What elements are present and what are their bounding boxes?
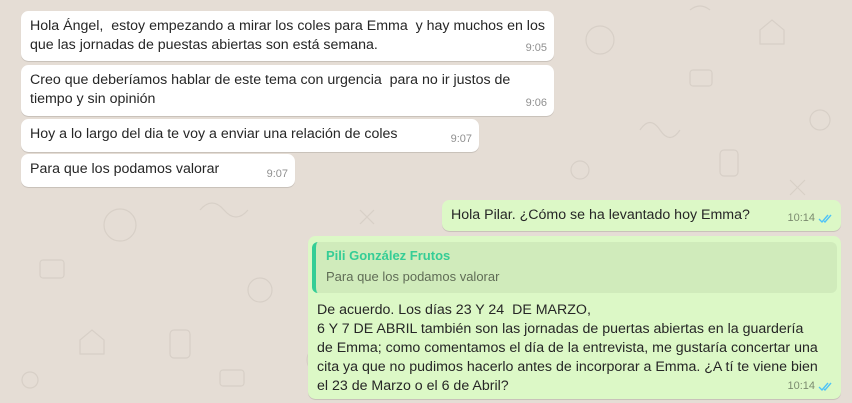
double-check-read-icon	[818, 382, 832, 392]
message-line: cita ya que no pudimos hacerlo antes de …	[317, 359, 818, 375]
message-text: Hola Pilar. ¿Cómo se ha levantado hoy Em…	[451, 207, 750, 223]
message-outgoing-reply[interactable]: Pili González Frutos Para que los podamo…	[308, 236, 841, 399]
message-time: 9:07	[450, 133, 472, 145]
message-outgoing[interactable]: Hola Pilar. ¿Cómo se ha levantado hoy Em…	[442, 200, 841, 231]
message-line: el 23 de Marzo o el 6 de Abril?	[317, 378, 509, 394]
message-time: 9:05	[525, 42, 547, 54]
quoted-text: Para que los podamos valorar	[326, 269, 500, 284]
message-text: Para que los podamos valorar	[30, 161, 220, 177]
message-incoming[interactable]: Para que los podamos valorar 9:07	[21, 154, 295, 187]
quoted-message[interactable]: Pili González Frutos Para que los podamo…	[312, 242, 837, 293]
message-line: 6 Y 7 DE ABRIL también son las jornadas …	[317, 321, 804, 337]
message-line: De acuerdo. Los días 23 Y 24 DE MARZO,	[317, 302, 591, 318]
quoted-author: Pili González Frutos	[326, 248, 451, 263]
message-line: de Emma; como comentamos el día de la en…	[317, 340, 818, 356]
double-check-read-icon	[818, 214, 832, 224]
message-incoming[interactable]: Hola Ángel, estoy empezando a mirar los …	[21, 11, 554, 61]
message-time: 9:06	[525, 97, 547, 109]
message-text: Creo que deberíamos hablar de este tema …	[30, 72, 515, 107]
message-text: Hola Ángel, estoy empezando a mirar los …	[30, 18, 549, 53]
message-incoming[interactable]: Creo que deberíamos hablar de este tema …	[21, 65, 554, 116]
message-time: 10:14	[787, 380, 815, 392]
message-incoming[interactable]: Hoy a lo largo del dia te voy a enviar u…	[21, 119, 479, 152]
message-time: 10:14	[787, 212, 815, 224]
message-time: 9:07	[266, 168, 288, 180]
message-text: Hoy a lo largo del dia te voy a enviar u…	[30, 126, 398, 142]
